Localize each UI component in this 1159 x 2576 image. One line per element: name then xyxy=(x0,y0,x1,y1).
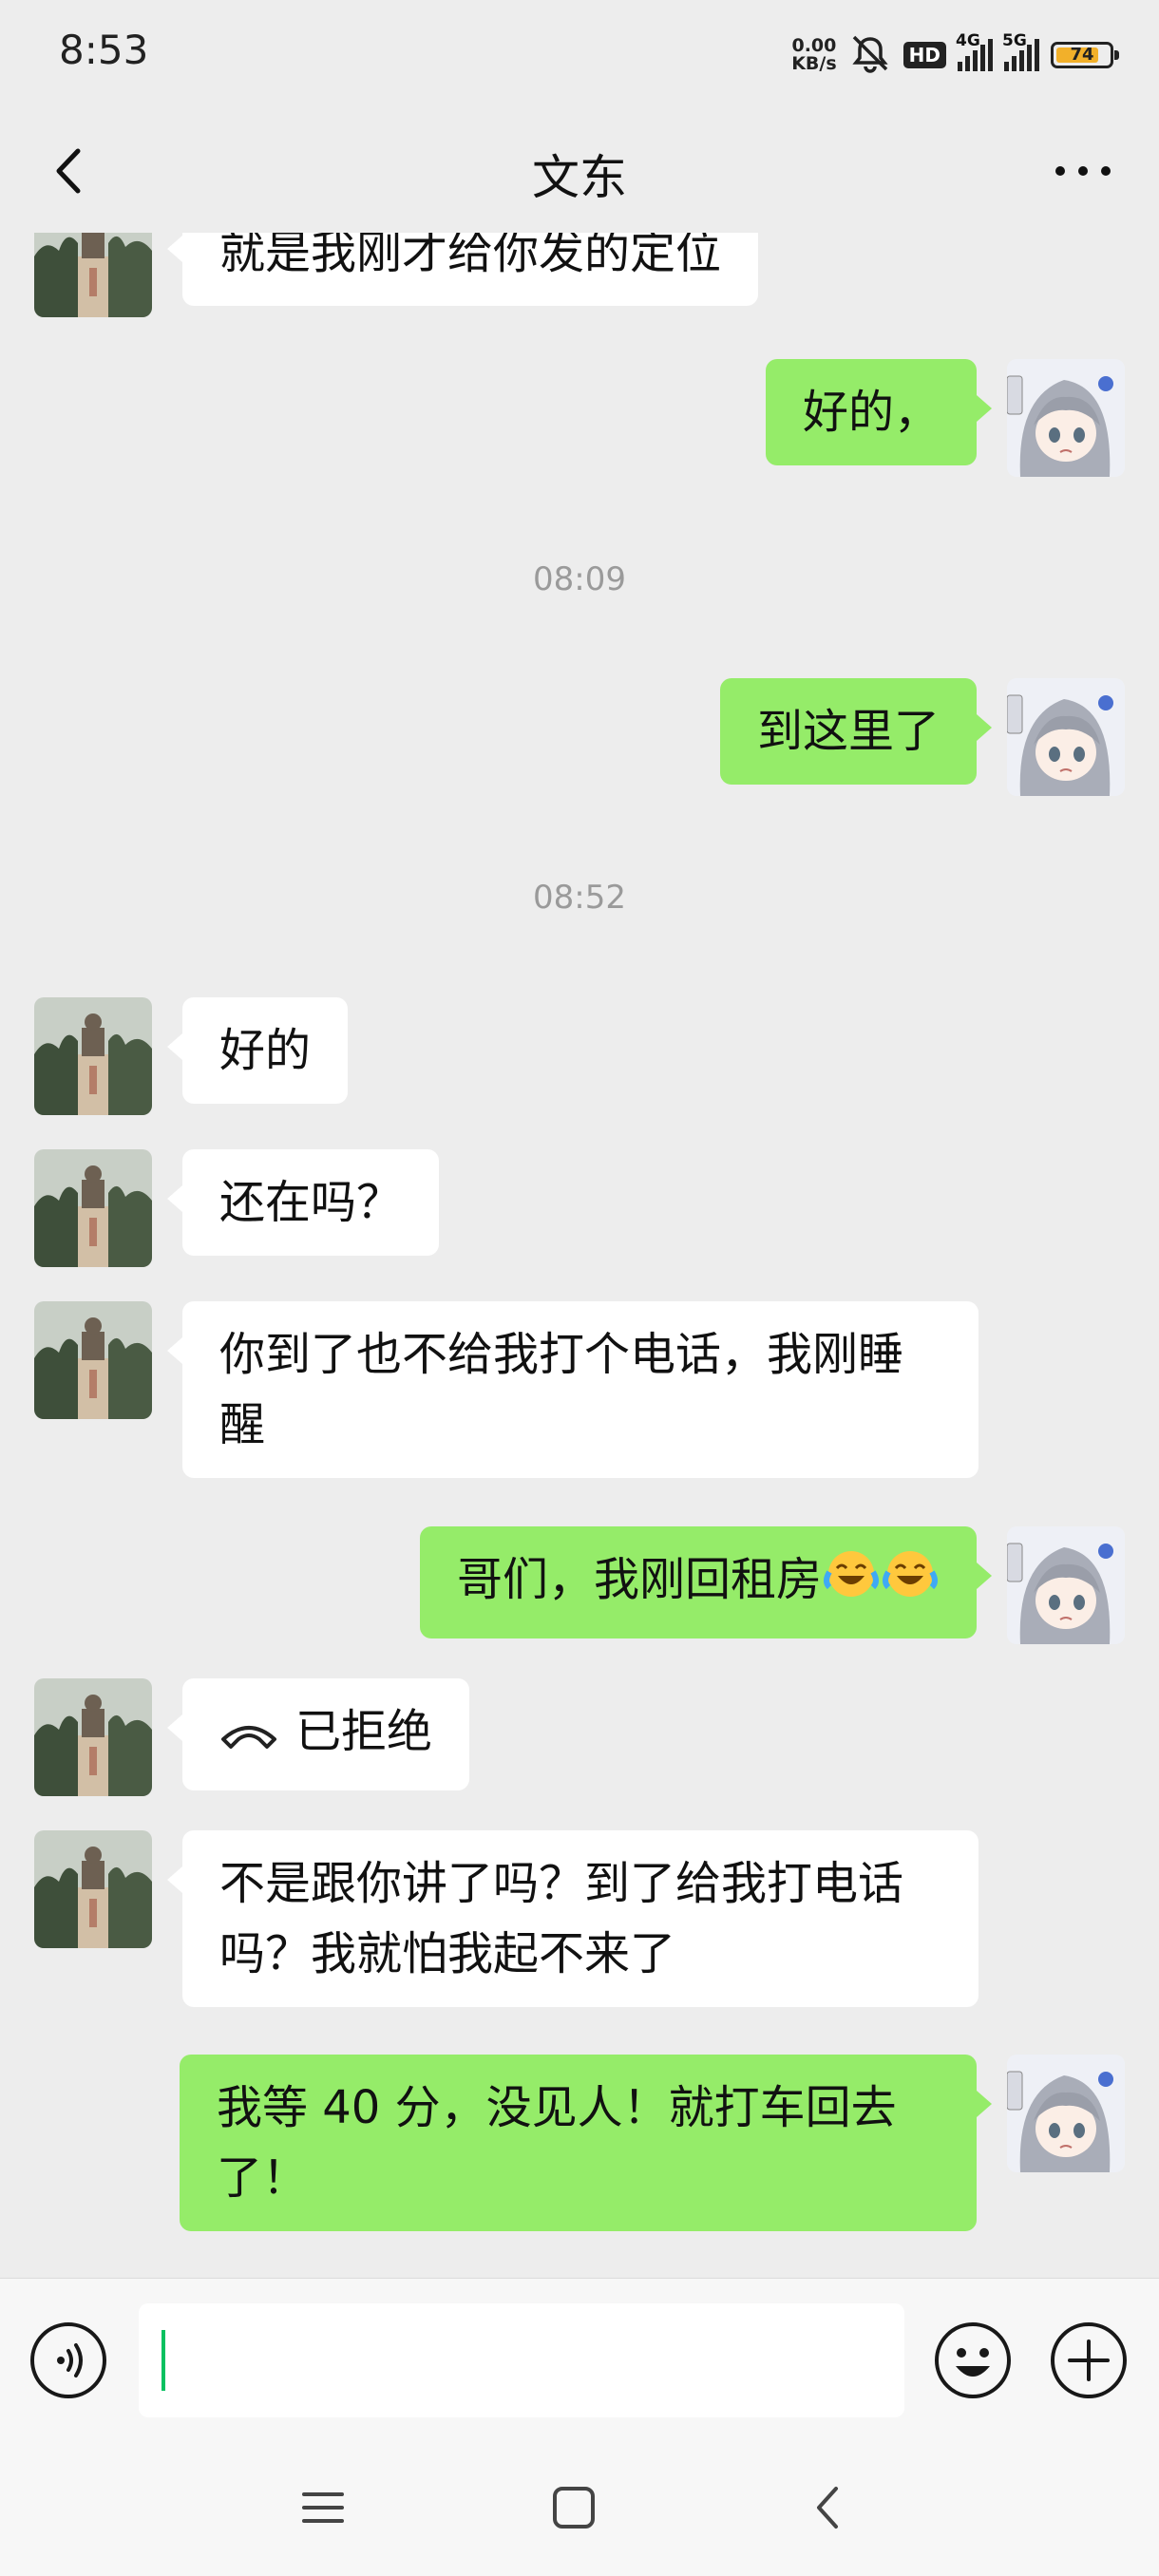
message-list[interactable]: 就是我刚才给你发的定位 好的， 08:09 到这里了 08:52 好的 还在吗？… xyxy=(0,233,1159,2275)
contact-avatar[interactable] xyxy=(34,1149,152,1267)
contact-avatar[interactable] xyxy=(34,1678,152,1796)
signal-4g-icon: 4G xyxy=(956,31,993,71)
battery-icon: 74 xyxy=(1051,42,1119,68)
status-icons: 0.00 KB/s HD 4G 5G 74 xyxy=(791,31,1119,78)
network-speed: 0.00 KB/s xyxy=(791,37,836,73)
message-text: 已拒绝 xyxy=(295,1705,433,1758)
input-bar xyxy=(0,2278,1159,2446)
user-avatar[interactable] xyxy=(1007,678,1125,796)
signal-5g-icon: 5G xyxy=(1002,31,1039,71)
timestamp: 08:52 xyxy=(533,879,626,917)
chat-header: 文东 xyxy=(0,109,1159,233)
contact-avatar[interactable] xyxy=(34,1830,152,1948)
user-avatar[interactable] xyxy=(1007,359,1125,477)
message-bubble-incoming[interactable]: 好的 xyxy=(166,997,349,1104)
message-bubble-incoming[interactable]: 还在吗？ xyxy=(166,1149,440,1256)
home-square-icon[interactable] xyxy=(549,2483,598,2536)
network-speed-unit: KB/s xyxy=(791,53,837,74)
message-bubble-outgoing[interactable]: 好的， xyxy=(765,359,993,465)
user-avatar[interactable] xyxy=(1007,1526,1125,1644)
message-text: 还在吗？ xyxy=(219,1176,403,1229)
message-text: 哥们，我刚回租房 xyxy=(456,1553,822,1606)
mute-icon xyxy=(848,33,892,77)
message-bubble-incoming[interactable]: 不是跟你讲了吗？到了给我打电话吗？我就怕我起不来了 xyxy=(167,1830,978,2007)
timestamp: 08:09 xyxy=(533,560,626,598)
message-bubble-incoming[interactable]: 你到了也不给我打个电话，我刚睡醒 xyxy=(167,1301,978,1478)
emoji-icon[interactable] xyxy=(933,2320,1013,2404)
battery-level: 74 xyxy=(1070,45,1094,65)
crying-laughing-emoji xyxy=(822,1547,881,1620)
status-bar: 8:53 0.00 KB/s HD 4G 5G 74 xyxy=(0,0,1159,109)
back-chevron-icon[interactable] xyxy=(804,2483,853,2536)
message-text: 我等 40 分，没见人！就打车回去了！ xyxy=(217,2081,897,2205)
message-bubble-outgoing[interactable]: 到这里了 xyxy=(719,678,993,785)
contact-avatar[interactable] xyxy=(34,233,152,317)
message-text: 不是跟你讲了吗？到了给我打电话吗？我就怕我起不来了 xyxy=(219,1857,904,1980)
message-text: 到这里了 xyxy=(756,705,940,758)
declined-call-icon xyxy=(219,1702,278,1772)
message-bubble-outgoing[interactable]: 哥们，我刚回租房 xyxy=(419,1526,993,1638)
more-options-icon[interactable] xyxy=(1045,138,1121,204)
status-time: 8:53 xyxy=(59,27,149,73)
network-label-5g: 5G xyxy=(1002,31,1027,50)
message-input[interactable] xyxy=(139,2303,904,2417)
menu-icon[interactable] xyxy=(298,2483,348,2536)
hd-voice-badge: HD xyxy=(902,42,946,68)
message-bubble-incoming[interactable]: 已拒绝 xyxy=(166,1678,470,1790)
voice-mode-icon[interactable] xyxy=(28,2320,108,2404)
message-text: 就是我刚才给你发的定位 xyxy=(219,233,722,279)
text-caret xyxy=(162,2330,165,2391)
contact-avatar[interactable] xyxy=(34,997,152,1115)
contact-avatar[interactable] xyxy=(34,1301,152,1419)
network-label-4g: 4G xyxy=(956,31,980,50)
message-bubble-outgoing[interactable]: 我等 40 分，没见人！就打车回去了！ xyxy=(180,2055,992,2231)
message-text: 你到了也不给我打个电话，我刚睡醒 xyxy=(219,1328,904,1451)
chat-title: 文东 xyxy=(532,150,627,205)
system-navigation-bar xyxy=(0,2445,1159,2576)
crying-laughing-emoji xyxy=(881,1547,940,1620)
message-bubble-incoming[interactable]: 就是我刚才给你发的定位 xyxy=(166,233,759,306)
plus-icon[interactable] xyxy=(1049,2320,1129,2404)
message-text: 好的， xyxy=(802,386,940,439)
message-text: 好的 xyxy=(219,1024,312,1077)
user-avatar[interactable] xyxy=(1007,2055,1125,2172)
